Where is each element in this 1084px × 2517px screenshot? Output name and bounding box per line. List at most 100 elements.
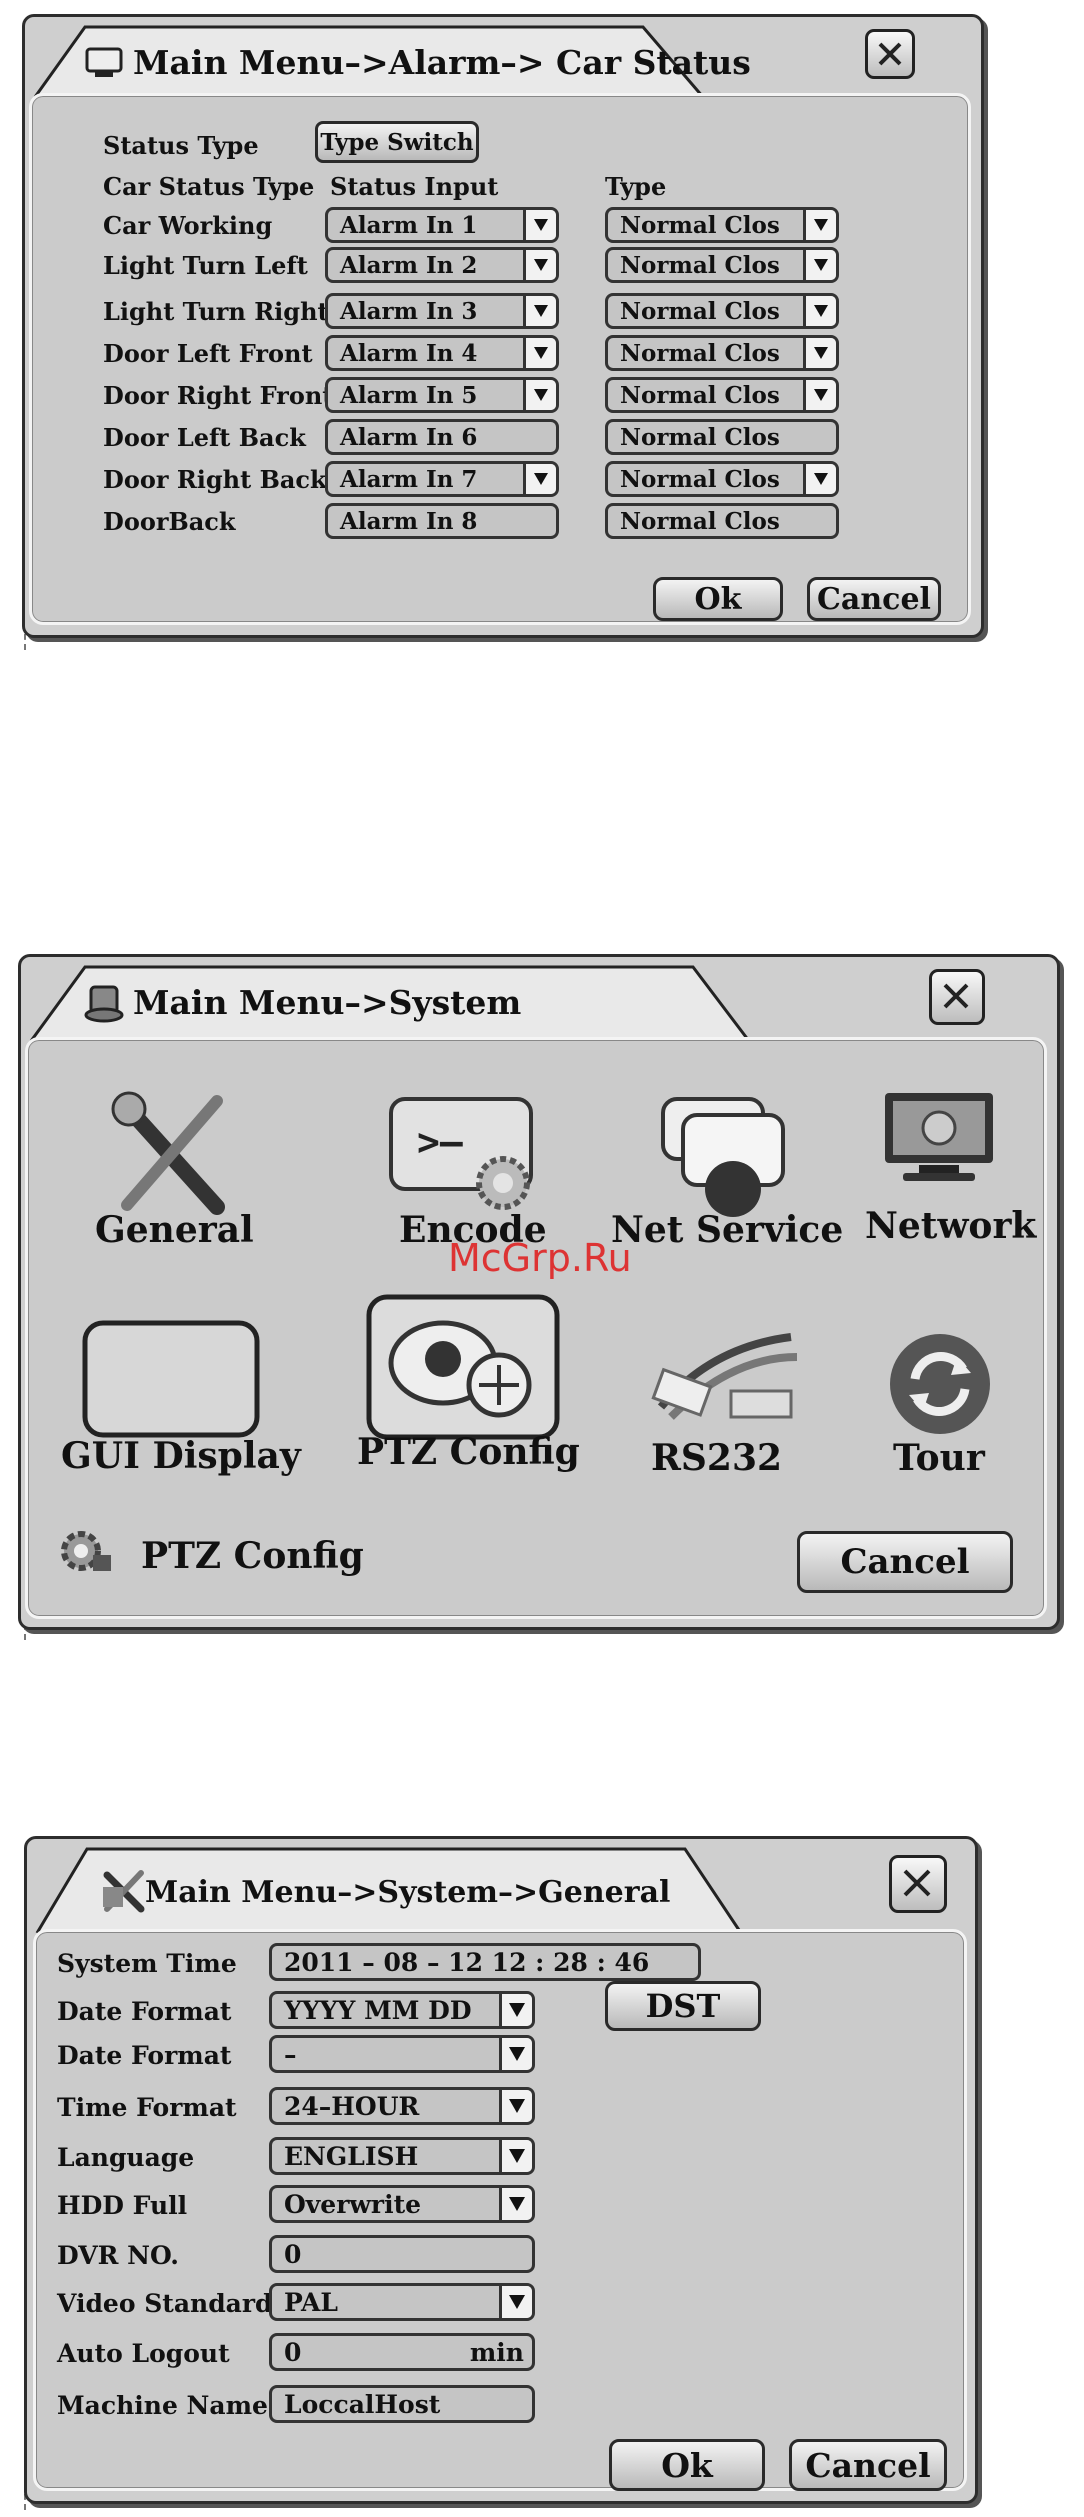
net-service-label[interactable]: Net Service [611,1209,843,1251]
network-label[interactable]: Network [865,1205,1036,1247]
video-standard-field[interactable]: PAL [269,2283,535,2321]
hdd-full-value: Overwrite [284,2189,422,2219]
video-standard-value: PAL [284,2287,338,2317]
chevron-down-icon[interactable] [803,380,836,410]
chevron-down-icon[interactable] [803,210,836,240]
gui-display-label[interactable]: GUI Display [61,1435,301,1477]
time-format-field[interactable]: 24–HOUR [269,2087,535,2125]
dvr-no-label: DVR NO. [57,2241,179,2270]
system-time-label: System Time [57,1949,237,1978]
window-title: Main Menu–>System–>General [145,1875,671,1910]
net-service-icon[interactable] [657,1093,787,1227]
status-input-select[interactable]: Alarm In 8 [325,503,559,539]
rs232-label[interactable]: RS232 [651,1437,782,1479]
chevron-down-icon[interactable] [523,338,556,368]
status-input-select[interactable]: Alarm In 3 [325,293,559,329]
col-type: Type [605,172,667,201]
car-status-name: Light Turn Left [103,251,308,280]
status-input-select[interactable]: Alarm In 4 [325,335,559,371]
auto-logout-value: 0 [284,2337,302,2367]
status-input-select[interactable]: Alarm In 7 [325,461,559,497]
chevron-down-icon[interactable] [499,1994,532,2026]
chevron-down-icon[interactable] [523,210,556,240]
car-status-name: Light Turn Right [103,297,329,326]
status-input-value: Alarm In 6 [340,423,478,451]
cancel-button[interactable]: Cancel [807,577,941,621]
ok-button[interactable]: Ok [653,577,783,621]
type-select[interactable]: Normal Clos [605,293,839,329]
type-value: Normal Clos [620,297,780,325]
chevron-down-icon[interactable] [499,2140,532,2172]
car-status-name: Door Right Back [103,465,327,494]
date-format-field[interactable]: YYYY MM DD [269,1991,535,2029]
chevron-down-icon[interactable] [803,250,836,280]
chevron-down-icon[interactable] [523,250,556,280]
window-title: Main Menu–>System [133,983,522,1022]
dvr-no-field[interactable]: 0 [269,2235,535,2273]
language-label: Language [57,2143,195,2172]
chevron-down-icon[interactable] [803,338,836,368]
status-input-select[interactable]: Alarm In 6 [325,419,559,455]
chevron-down-icon[interactable] [499,2286,532,2318]
type-select[interactable]: Normal Clos [605,503,839,539]
type-select[interactable]: Normal Clos [605,419,839,455]
chevron-down-icon[interactable] [499,2188,532,2220]
close-button[interactable] [929,969,985,1025]
chevron-down-icon[interactable] [523,380,556,410]
cancel-button[interactable]: Cancel [797,1531,1013,1593]
type-select[interactable]: Normal Clos [605,247,839,283]
video-standard-label: Video Standard [57,2289,273,2318]
status-input-value: Alarm In 5 [340,381,478,409]
chevron-down-icon[interactable] [499,2038,532,2070]
window-title: Main Menu–>Alarm–> Car Status [133,43,751,82]
ok-button[interactable]: Ok [609,2439,765,2491]
hdd-full-label: HDD Full [57,2191,188,2220]
status-type-label: Status Type [103,131,259,160]
system-time-field[interactable]: 2011 – 08 – 12 12 : 28 : 46 [269,1943,701,1981]
type-value: Normal Clos [620,465,780,493]
watermark: McGrp.Ru [448,1236,632,1280]
dst-button[interactable]: DST [605,1981,761,2031]
date-separator-field[interactable]: – [269,2035,535,2073]
tour-label[interactable]: Tour [893,1437,985,1479]
type-select[interactable]: Normal Clos [605,461,839,497]
type-value: Normal Clos [620,211,780,239]
general-label[interactable]: General [95,1209,254,1251]
type-switch-button[interactable]: Type Switch [315,121,479,163]
network-monitor-icon[interactable] [879,1087,999,1191]
general-window: Main Menu–>System–>General System Time 20… [24,1836,978,2504]
status-input-select[interactable]: Alarm In 2 [325,247,559,283]
ptz-config-icon[interactable] [365,1293,565,1447]
status-ptz-config-label: PTZ Config [141,1535,364,1577]
chevron-down-icon[interactable] [523,296,556,326]
rs232-cable-icon[interactable] [651,1317,801,1431]
type-select[interactable]: Normal Clos [605,377,839,413]
time-format-label: Time Format [57,2093,237,2122]
status-input-select[interactable]: Alarm In 5 [325,377,559,413]
machine-name-field[interactable]: LoccalHost [269,2385,535,2423]
dvr-no-value: 0 [284,2239,302,2269]
tour-refresh-icon[interactable] [885,1329,995,1443]
chevron-down-icon[interactable] [803,464,836,494]
general-tools-icon [101,1869,147,1917]
encode-terminal-icon[interactable]: >– [387,1095,547,1219]
general-tools-icon[interactable] [107,1087,237,1221]
type-value: Normal Clos [620,381,780,409]
chevron-down-icon[interactable] [803,296,836,326]
type-select[interactable]: Normal Clos [605,335,839,371]
gui-display-icon[interactable] [81,1319,261,1443]
close-button[interactable] [865,29,915,79]
type-value: Normal Clos [620,339,780,367]
type-value: Normal Clos [620,507,780,535]
chevron-down-icon[interactable] [523,464,556,494]
hdd-full-field[interactable]: Overwrite [269,2185,535,2223]
cancel-button[interactable]: Cancel [789,2439,947,2491]
close-button[interactable] [889,1855,947,1913]
status-input-select[interactable]: Alarm In 1 [325,207,559,243]
chevron-down-icon[interactable] [499,2090,532,2122]
auto-logout-field[interactable]: 0 min [269,2333,535,2371]
ptz-config-label[interactable]: PTZ Config [357,1431,580,1473]
language-field[interactable]: ENGLISH [269,2137,535,2175]
type-select[interactable]: Normal Clos [605,207,839,243]
type-value: Normal Clos [620,251,780,279]
